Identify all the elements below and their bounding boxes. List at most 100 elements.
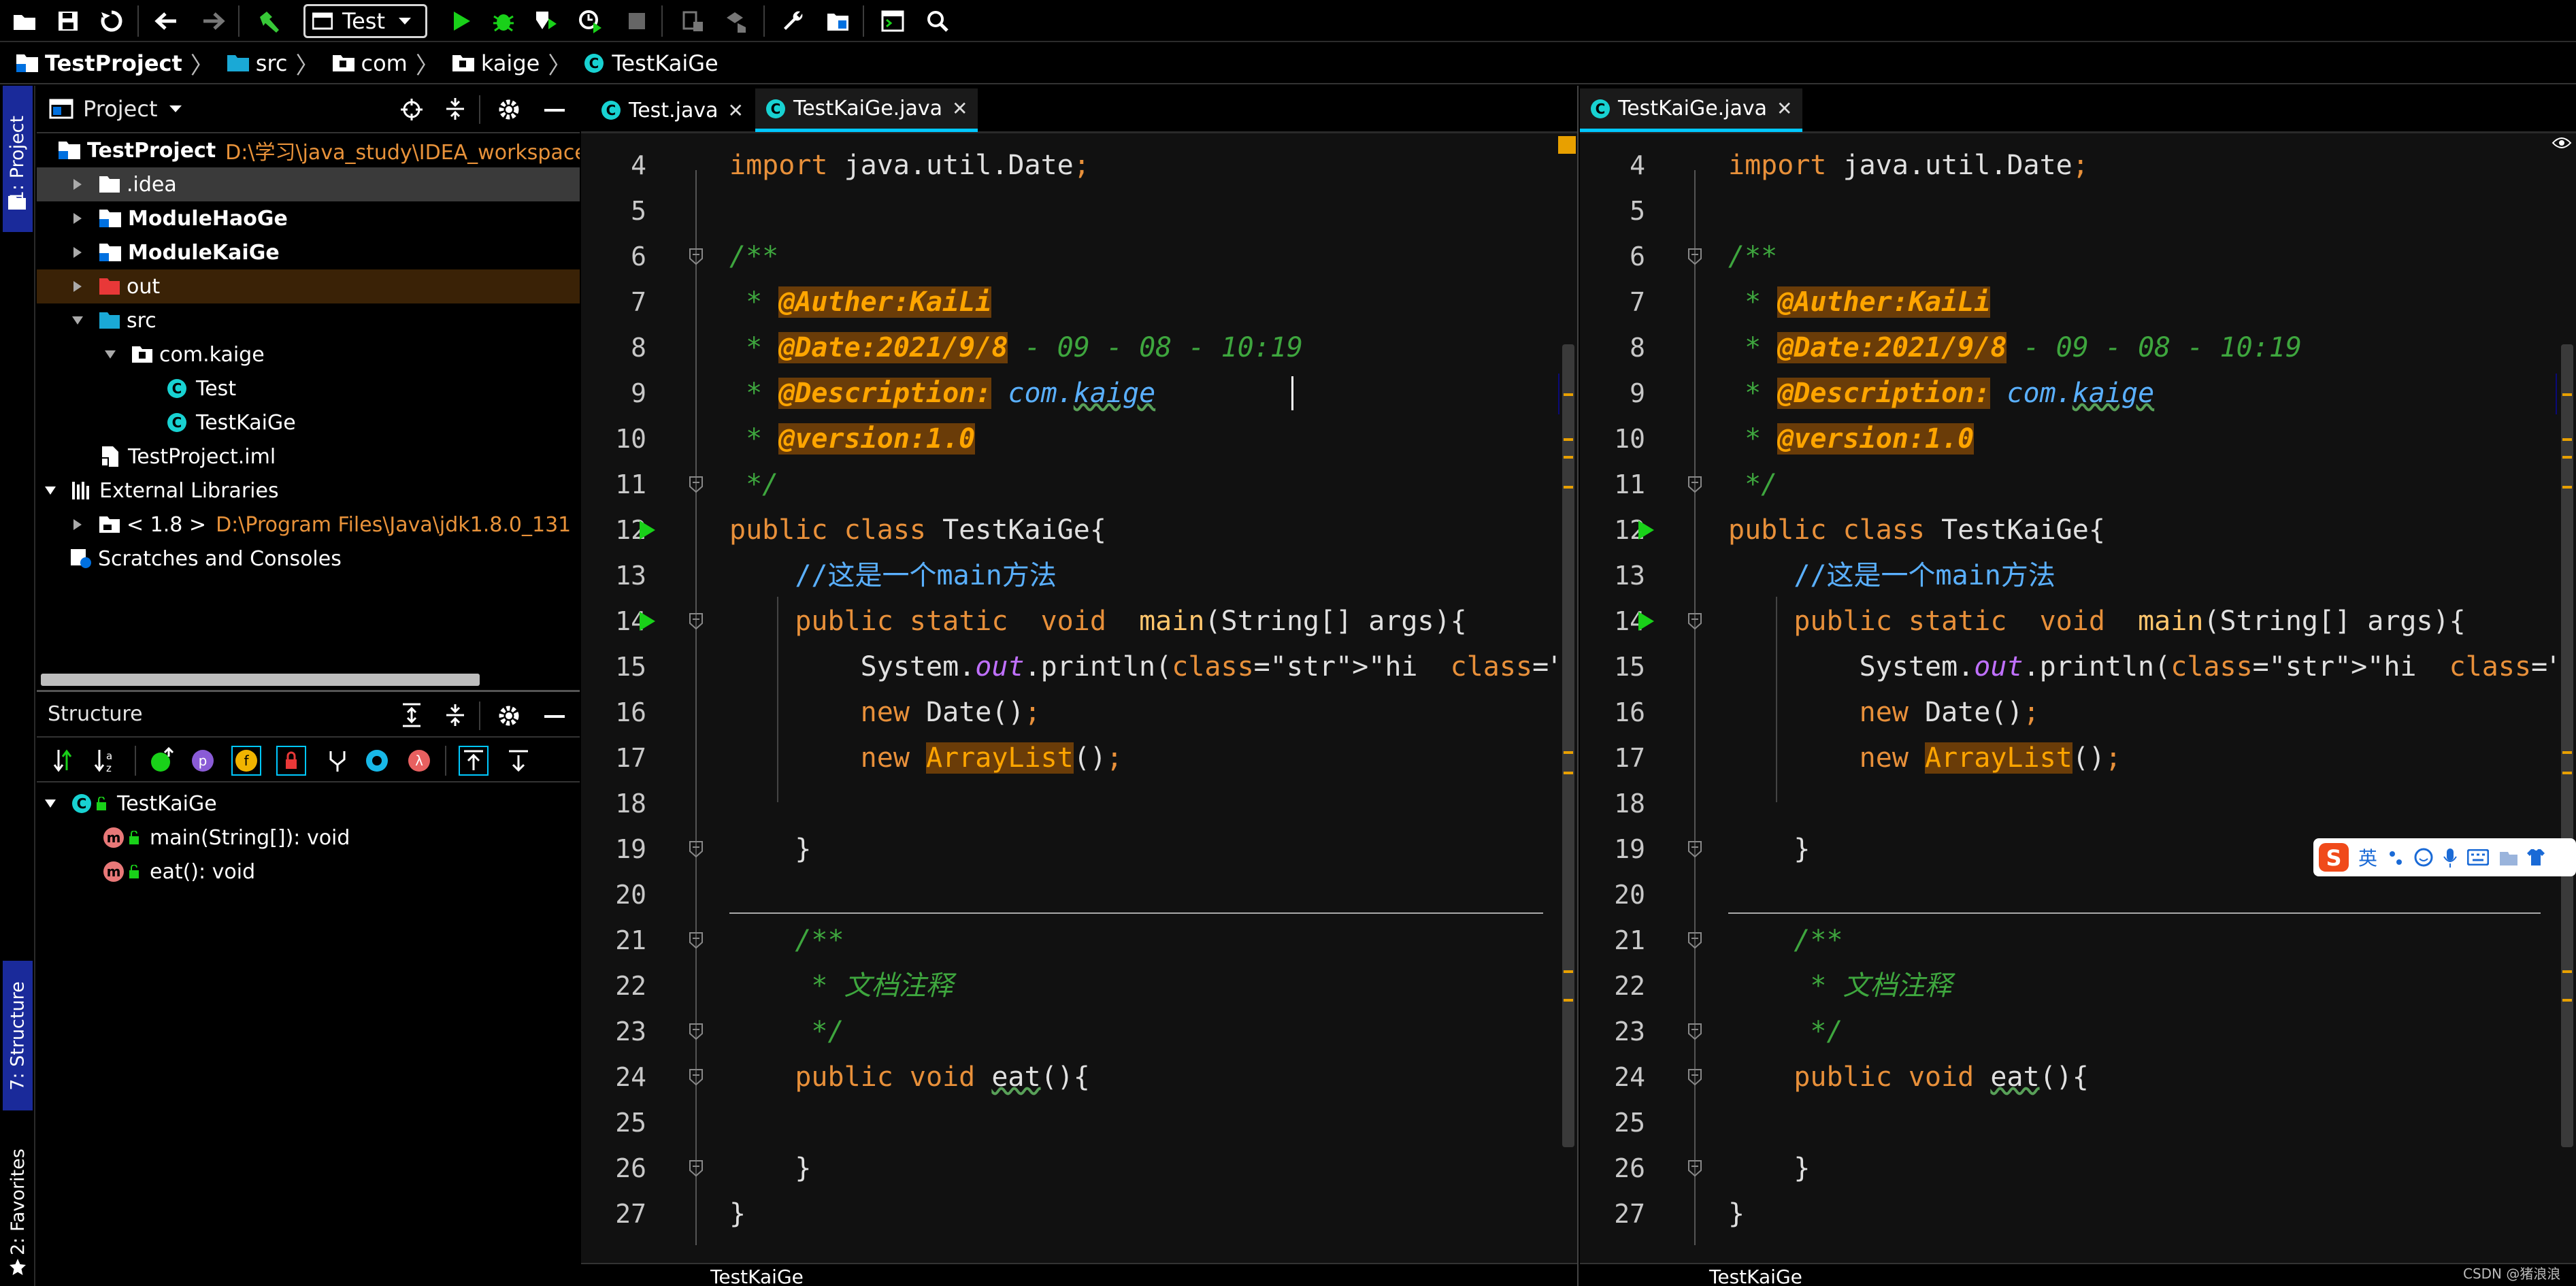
error-stripe-marker[interactable] xyxy=(1564,751,1573,754)
editor-gutter[interactable]: 4 5 6 7 8 9 10 11 12 13 14 15 16 17 18 19 20 21 22 23 24 25 26… xyxy=(1580,133,1723,1263)
sort-by-visibility-icon[interactable] xyxy=(52,747,79,774)
fold-marker-icon[interactable] xyxy=(689,931,704,949)
tree-item-testproject[interactable]: TestProject D:\学习\java_study\IDEA_worksp… xyxy=(37,133,580,167)
project-tree-scrollbar[interactable] xyxy=(41,674,480,686)
fold-marker-icon[interactable] xyxy=(689,612,704,630)
fold-marker-icon[interactable] xyxy=(1687,612,1702,630)
tree-item-external-libraries[interactable]: External Libraries xyxy=(37,474,580,508)
close-icon[interactable]: ✕ xyxy=(952,97,968,120)
editor-gutter[interactable]: 4 5 6 7 8 9 10 11 12 13 14 15 16 17 18 19 20 21 22 23 24 25 26… xyxy=(581,133,724,1263)
tree-item-iml-file[interactable]: TestProject.iml xyxy=(37,440,580,474)
run-gutter-icon[interactable] xyxy=(1637,520,1655,540)
fold-marker-icon[interactable] xyxy=(689,1023,704,1040)
shirt-icon[interactable] xyxy=(2526,848,2546,867)
sync-icon[interactable] xyxy=(97,7,127,35)
skin-icon[interactable] xyxy=(2498,848,2519,867)
tree-item-modulehaoge[interactable]: ModuleHaoGe xyxy=(37,201,580,235)
forward-icon[interactable] xyxy=(199,7,229,35)
run-gutter-icon[interactable] xyxy=(638,520,656,540)
keyboard-icon[interactable] xyxy=(2467,849,2490,865)
error-stripe-marker[interactable] xyxy=(2562,999,2572,1002)
tab-testkaige-java[interactable]: C TestKaiGe.java ✕ xyxy=(755,88,978,132)
fold-marker-icon[interactable] xyxy=(1687,476,1702,493)
fold-marker-icon[interactable] xyxy=(689,248,704,265)
panel-title[interactable]: Project xyxy=(83,96,157,122)
microphone-icon[interactable] xyxy=(2443,847,2458,868)
code-text-area[interactable]: import java.util.Date; /** * @Auther:KaiL… xyxy=(724,133,1558,1263)
error-stripe-marker[interactable] xyxy=(2562,393,2572,396)
deploy-icon[interactable] xyxy=(678,7,708,35)
structure-item-main[interactable]: m main(String[]): void xyxy=(37,821,580,855)
editor-vertical-scrollbar[interactable] xyxy=(2561,344,2573,1147)
error-stripe-marker[interactable] xyxy=(2562,486,2572,489)
terminal-icon[interactable] xyxy=(878,7,908,35)
tree-item-modulekaige[interactable]: ModuleKaiGe xyxy=(37,235,580,269)
error-stripe-marker[interactable] xyxy=(2562,438,2572,441)
build-hammer-icon[interactable] xyxy=(253,7,283,35)
breadcrumb-item-class[interactable]: C TestKaiGe xyxy=(583,50,719,76)
eye-icon[interactable] xyxy=(2552,136,2572,150)
debug-icon[interactable] xyxy=(489,7,518,35)
fold-marker-icon[interactable] xyxy=(689,840,704,858)
structure-item-class[interactable]: C TestKaiGe xyxy=(37,787,580,821)
close-icon[interactable]: ✕ xyxy=(1777,97,1792,120)
minimize-icon[interactable] xyxy=(544,109,565,113)
breadcrumb-item-com[interactable]: com 〉 xyxy=(331,47,447,80)
sort-alphabetically-icon[interactable]: az xyxy=(93,747,120,774)
stop-icon[interactable] xyxy=(622,7,652,35)
tree-item-idea[interactable]: .idea xyxy=(37,167,580,201)
error-stripe-marker[interactable] xyxy=(1564,772,1573,774)
close-icon[interactable]: ✕ xyxy=(727,99,743,122)
error-stripe-marker[interactable] xyxy=(1564,456,1573,459)
run-gutter-icon[interactable] xyxy=(1637,611,1655,631)
gear-icon[interactable] xyxy=(497,97,521,122)
ime-mode-label[interactable]: 英 xyxy=(2358,844,2377,871)
tab-project-toolwindow[interactable]: 1: Project xyxy=(3,86,33,232)
error-stripe-marker[interactable] xyxy=(1564,999,1573,1002)
punctuation-icon[interactable] xyxy=(2387,848,2405,866)
collapse-all-icon[interactable] xyxy=(444,703,467,727)
run-config-select[interactable]: Test xyxy=(303,4,427,38)
minimize-icon[interactable] xyxy=(544,715,565,719)
show-lambdas-icon[interactable]: λ xyxy=(407,748,431,773)
deploy-all-icon[interactable] xyxy=(721,7,751,35)
tab-test-java[interactable]: C Test.java ✕ xyxy=(591,88,753,132)
tree-item-out[interactable]: out xyxy=(37,269,580,303)
breadcrumb-item-project[interactable]: TestProject 〉 xyxy=(15,47,222,80)
emoji-icon[interactable] xyxy=(2414,848,2433,867)
show-interfaces-icon[interactable] xyxy=(365,748,389,773)
show-inherited-icon[interactable] xyxy=(148,747,176,774)
fold-marker-icon[interactable] xyxy=(1687,931,1702,949)
fold-marker-icon[interactable] xyxy=(1687,1159,1702,1177)
fold-marker-icon[interactable] xyxy=(1687,1068,1702,1086)
fold-marker-icon[interactable] xyxy=(1687,1023,1702,1040)
fold-marker-icon[interactable] xyxy=(689,476,704,493)
show-fields-icon[interactable]: f xyxy=(231,746,261,776)
error-stripe-marker[interactable] xyxy=(2562,751,2572,754)
run-icon[interactable] xyxy=(446,7,476,35)
warning-indicator-icon[interactable] xyxy=(1558,136,1576,154)
locate-target-icon[interactable] xyxy=(400,98,423,121)
settings-wrench-icon[interactable] xyxy=(778,7,808,35)
tab-favorites-toolwindow[interactable]: 2: Favorites xyxy=(3,1134,33,1270)
show-non-public-icon[interactable] xyxy=(276,746,306,776)
search-icon[interactable] xyxy=(923,7,953,35)
show-anonymous-icon[interactable] xyxy=(325,748,350,773)
back-icon[interactable] xyxy=(151,7,181,35)
fold-marker-icon[interactable] xyxy=(1687,248,1702,265)
profile-icon[interactable] xyxy=(576,7,606,35)
save-icon[interactable] xyxy=(53,7,83,35)
tree-item-jdk[interactable]: < 1.8 > D:\Program Files\Java\jdk1.8.0_1… xyxy=(37,508,580,542)
editor-vertical-scrollbar[interactable] xyxy=(1562,344,1574,1147)
chevron-down-icon[interactable] xyxy=(168,104,183,114)
error-stripe-marker[interactable] xyxy=(2562,970,2572,973)
fold-marker-icon[interactable] xyxy=(689,1159,704,1177)
run-gutter-icon[interactable] xyxy=(638,611,656,631)
tree-item-src[interactable]: src xyxy=(37,303,580,337)
breadcrumb-item-src[interactable]: src 〉 xyxy=(226,47,327,80)
error-stripe-marker[interactable] xyxy=(1564,438,1573,441)
error-stripe-marker[interactable] xyxy=(2562,456,2572,459)
error-stripe-marker[interactable] xyxy=(1564,970,1573,973)
show-properties-icon[interactable]: p xyxy=(191,748,215,773)
open-folder-icon[interactable] xyxy=(10,7,39,35)
